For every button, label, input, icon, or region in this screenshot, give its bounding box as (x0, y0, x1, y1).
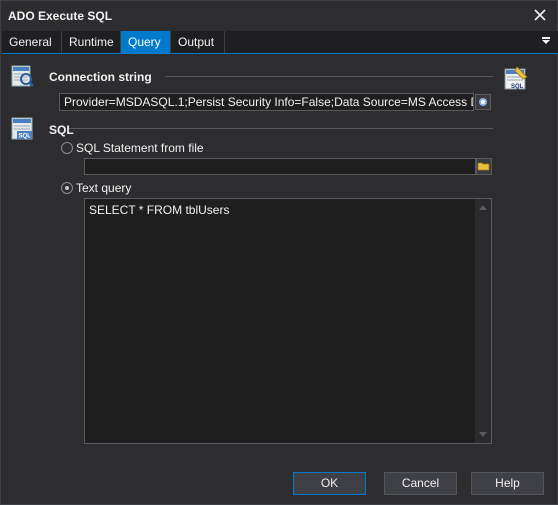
sql-from-file-radio[interactable] (61, 142, 73, 154)
tab-menu-button[interactable] (542, 36, 552, 48)
connection-string-input[interactable]: Provider=MSDASQL.1;Persist Security Info… (59, 93, 474, 111)
help-button[interactable]: Help (471, 472, 544, 495)
sql-icon: SQL (11, 117, 33, 140)
cancel-button[interactable]: Cancel (384, 472, 457, 495)
sql-query-text[interactable]: SELECT * FROM tblUsers (89, 203, 229, 217)
tab-strip: General Runtime Query Output (2, 31, 558, 54)
text-query-label[interactable]: Text query (76, 181, 131, 195)
tab-runtime[interactable]: Runtime (62, 31, 121, 53)
vertical-scrollbar[interactable] (475, 199, 491, 443)
folder-icon (477, 162, 490, 171)
scroll-down-icon[interactable] (479, 432, 487, 437)
text-query-radio[interactable] (61, 182, 73, 194)
sql-from-file-label[interactable]: SQL Statement from file (76, 141, 204, 155)
sql-builder-icon[interactable]: SQL (503, 65, 529, 91)
database-search-icon (11, 65, 34, 87)
sql-heading: SQL (49, 123, 74, 137)
connection-builder-button[interactable] (475, 94, 491, 110)
dialog-window: ADO Execute SQL General Runtime Query Ou… (0, 0, 558, 505)
svg-text:SQL: SQL (511, 84, 524, 90)
connection-string-heading: Connection string (49, 70, 152, 84)
scroll-up-icon[interactable] (479, 205, 487, 210)
tab-general[interactable]: General (2, 31, 62, 53)
close-button[interactable] (531, 6, 549, 24)
title-bar: ADO Execute SQL (1, 1, 557, 31)
wand-icon (479, 98, 487, 106)
svg-text:SQL: SQL (19, 134, 32, 140)
sql-query-editor[interactable]: SELECT * FROM tblUsers (84, 198, 492, 444)
ok-button[interactable]: OK (293, 472, 366, 495)
menu-icon (542, 37, 550, 39)
sql-file-path-input[interactable] (84, 158, 476, 175)
window-title: ADO Execute SQL (8, 9, 113, 23)
section-divider (165, 76, 493, 77)
browse-file-button[interactable] (476, 158, 492, 175)
section-divider (69, 128, 493, 129)
tab-query[interactable]: Query (121, 31, 171, 53)
tab-output[interactable]: Output (171, 31, 225, 53)
close-icon (534, 9, 546, 21)
